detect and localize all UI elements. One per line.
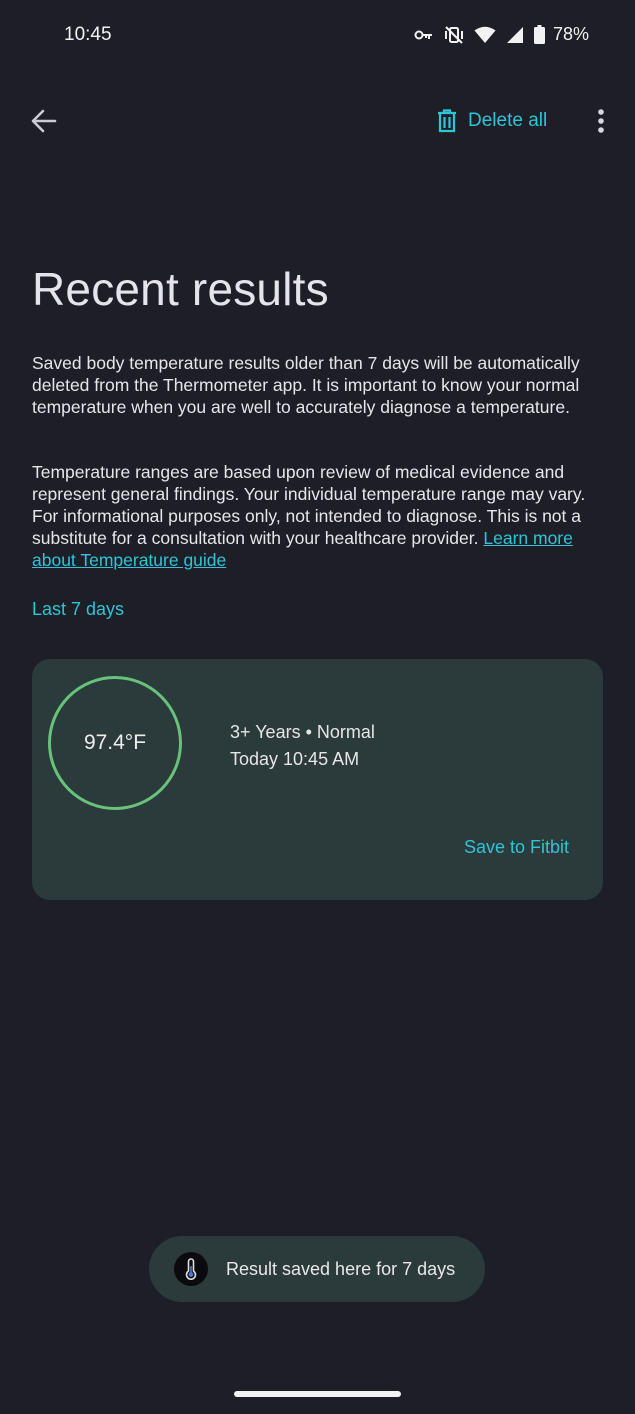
save-to-fitbit-button[interactable]: Save to Fitbit	[464, 837, 569, 858]
page-title: Recent results	[32, 263, 329, 315]
home-indicator[interactable]	[234, 1391, 401, 1397]
wifi-icon	[474, 26, 496, 44]
section-label-last-7-days: Last 7 days	[32, 599, 125, 619]
retention-description: Saved body temperature results older tha…	[32, 353, 580, 417]
trash-icon	[438, 109, 456, 133]
back-arrow-icon	[31, 109, 57, 133]
battery-percentage: 78%	[552, 24, 589, 44]
status-bar: 10:45 78%	[0, 0, 635, 72]
signal-icon	[506, 26, 524, 44]
status-time: 10:45	[64, 24, 112, 45]
temperature-ring: 97.4°F	[48, 676, 182, 810]
screen: 10:45 78% Delete all Recent results Save…	[0, 0, 635, 1414]
more-options-button[interactable]	[588, 104, 614, 138]
result-category: 3+ Years • Normal	[230, 722, 375, 742]
thermometer-icon	[174, 1252, 208, 1286]
result-card[interactable]: 97.4°F 3+ Years • Normal Today 10:45 AM …	[32, 659, 603, 900]
result-details: 3+ Years • Normal Today 10:45 AM	[230, 719, 375, 773]
status-icons: 78%	[414, 24, 589, 45]
vpn-key-icon	[414, 28, 434, 42]
snackbar: Result saved here for 7 days	[149, 1236, 485, 1302]
snackbar-text: Result saved here for 7 days	[226, 1258, 456, 1279]
more-vert-icon	[598, 109, 604, 133]
temperature-value: 97.4°F	[83, 731, 147, 754]
result-timestamp: Today 10:45 AM	[230, 749, 360, 769]
back-button[interactable]	[24, 101, 64, 141]
disclaimer-text: Temperature ranges are based upon review…	[32, 461, 592, 571]
battery-icon	[533, 25, 545, 44]
delete-all-label: Delete all	[468, 110, 548, 131]
delete-all-button[interactable]: Delete all	[436, 104, 547, 138]
vibrate-off-icon	[444, 25, 464, 45]
